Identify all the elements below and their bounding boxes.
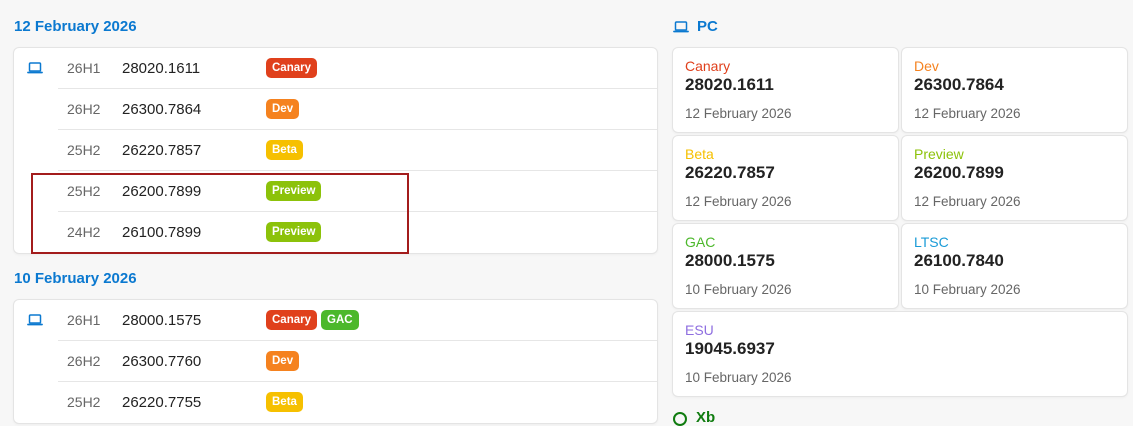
channel-badge: GAC <box>321 310 359 330</box>
build-version: 26H1 <box>67 60 101 76</box>
channel-card[interactable]: ESU 19045.6937 10 February 2026 <box>672 311 1128 397</box>
channel-name: ESU <box>685 322 714 338</box>
build-number: 28000.1575 <box>122 312 202 329</box>
build-version: 26H1 <box>67 312 101 328</box>
build-group-card: 26H1 28000.1575 Canary GAC 26H2 26300.7760 Dev… <box>13 299 658 424</box>
build-number: 26300.7864 <box>122 101 202 118</box>
pc-section-header: PC <box>673 18 718 35</box>
channel-card[interactable]: Canary 28020.1611 12 February 2026 <box>672 47 899 133</box>
build-number: 26220.7857 <box>122 142 202 159</box>
channel-name: GAC <box>685 234 716 250</box>
badge-group: Dev <box>266 99 300 119</box>
channel-date: 12 February 2026 <box>685 106 792 121</box>
badge-group: Canary <box>266 58 317 78</box>
channel-badge: Dev <box>266 99 300 119</box>
build-row[interactable]: 25H2 26220.7755 Beta <box>58 382 657 422</box>
channel-date: 12 February 2026 <box>914 106 1021 121</box>
build-row[interactable]: 26H1 28000.1575 Canary GAC <box>58 300 657 341</box>
badge-group: Beta <box>266 392 303 412</box>
build-row[interactable]: 25H2 26220.7857 Beta <box>58 130 657 171</box>
build-version: 25H2 <box>67 142 101 158</box>
channel-date: 10 February 2026 <box>685 282 792 297</box>
channel-badge: Dev <box>266 351 300 371</box>
group-date-heading: 12 February 2026 <box>14 18 137 35</box>
build-row[interactable]: 26H2 26300.7864 Dev <box>58 89 657 130</box>
channel-name: Beta <box>685 146 714 162</box>
channel-date: 10 February 2026 <box>685 370 792 385</box>
build-number: 26300.7760 <box>122 353 202 370</box>
badge-group: Dev <box>266 351 300 371</box>
channel-badge: Beta <box>266 392 303 412</box>
badge-group: Beta <box>266 140 303 160</box>
channel-name: Dev <box>914 58 939 74</box>
channel-date: 12 February 2026 <box>685 194 792 209</box>
channel-name: LTSC <box>914 234 949 250</box>
channel-build: 26300.7864 <box>914 75 1004 94</box>
group-date-heading: 10 February 2026 <box>14 270 137 287</box>
channel-date: 10 February 2026 <box>914 282 1021 297</box>
channel-build: 28020.1611 <box>685 75 774 94</box>
channel-badge: Canary <box>266 310 317 330</box>
xbox-section-title: Xb <box>696 409 716 426</box>
build-version: 26H2 <box>67 101 101 117</box>
badge-group: Canary GAC <box>266 310 359 330</box>
xbox-icon <box>673 412 687 426</box>
channel-badge: Canary <box>266 58 317 78</box>
channel-card[interactable]: Dev 26300.7864 12 February 2026 <box>901 47 1128 133</box>
channel-build: 26200.7899 <box>914 163 1004 182</box>
channel-build: 26100.7840 <box>914 251 1004 270</box>
laptop-icon <box>673 20 689 32</box>
channel-name: Canary <box>685 58 731 74</box>
laptop-icon <box>27 62 43 74</box>
channel-card[interactable]: Beta 26220.7857 12 February 2026 <box>672 135 899 221</box>
channel-card[interactable]: GAC 28000.1575 10 February 2026 <box>672 223 899 309</box>
highlight-annotation-box <box>31 173 409 254</box>
channel-date: 12 February 2026 <box>914 194 1021 209</box>
channel-build: 26220.7857 <box>685 163 775 182</box>
channel-build: 28000.1575 <box>685 251 775 270</box>
pc-section-title: PC <box>697 18 718 35</box>
build-version: 26H2 <box>67 353 101 369</box>
build-number: 26220.7755 <box>122 394 202 411</box>
build-version: 25H2 <box>67 394 101 410</box>
build-number: 28020.1611 <box>122 60 201 77</box>
build-row[interactable]: 26H1 28020.1611 Canary <box>58 48 657 89</box>
build-row[interactable]: 26H2 26300.7760 Dev <box>58 341 657 382</box>
laptop-icon <box>27 314 43 326</box>
channel-build: 19045.6937 <box>685 339 775 358</box>
channel-card[interactable]: LTSC 26100.7840 10 February 2026 <box>901 223 1128 309</box>
channel-name: Preview <box>914 146 964 162</box>
channel-card[interactable]: Preview 26200.7899 12 February 2026 <box>901 135 1128 221</box>
channel-badge: Beta <box>266 140 303 160</box>
